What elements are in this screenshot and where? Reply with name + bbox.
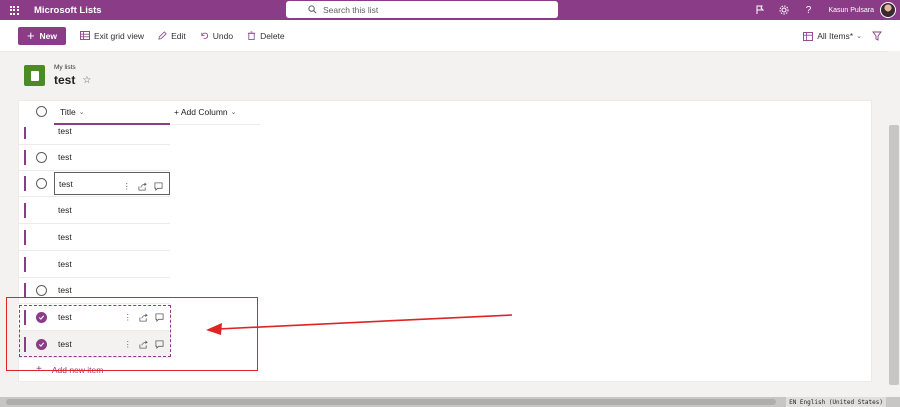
page-title: test ☆ xyxy=(54,73,91,87)
app-title[interactable]: Microsoft Lists xyxy=(34,5,102,16)
breadcrumb[interactable]: My lists xyxy=(54,64,91,71)
row-indicator xyxy=(24,283,26,298)
title-cell[interactable]: test xyxy=(54,251,170,277)
table-row[interactable]: test ⋮ xyxy=(18,170,170,197)
search-box[interactable] xyxy=(286,1,558,18)
chevron-down-icon: ⌄ xyxy=(856,33,862,40)
share-icon[interactable] xyxy=(138,182,147,191)
language-indicator[interactable]: EN English (United States) xyxy=(786,397,886,407)
row-checkbox[interactable] xyxy=(36,152,47,163)
title-cell[interactable]: test xyxy=(54,197,170,223)
search-input[interactable] xyxy=(323,4,523,15)
vertical-scrollbar-thumb[interactable] xyxy=(889,125,899,385)
title-text: test xyxy=(58,126,72,136)
trash-icon xyxy=(247,31,256,40)
add-column-button[interactable]: + Add Column ⌄ xyxy=(172,100,260,125)
row-indicator xyxy=(24,230,26,245)
pencil-icon xyxy=(158,31,167,40)
title-text: test xyxy=(58,259,72,269)
table-row[interactable]: test xyxy=(18,224,170,251)
title-text: test xyxy=(59,178,73,189)
annotation-arrow xyxy=(206,314,513,335)
app-launcher-button[interactable] xyxy=(0,0,28,20)
horizontal-scrollbar-thumb[interactable] xyxy=(6,399,776,405)
view-selector[interactable]: All Items* ⌄ xyxy=(803,31,862,41)
column-header-title-label: Title xyxy=(60,106,76,117)
edit-button[interactable]: Edit xyxy=(158,31,186,41)
search-icon xyxy=(308,5,317,14)
avatar[interactable] xyxy=(880,2,896,18)
row-checkbox[interactable] xyxy=(36,178,47,189)
flag-icon[interactable] xyxy=(748,0,772,20)
table-row[interactable]: test xyxy=(18,251,170,278)
title-text: test xyxy=(58,152,72,162)
title-cell[interactable]: test xyxy=(54,224,170,250)
comment-icon[interactable] xyxy=(154,181,163,191)
title-cell[interactable]: test xyxy=(54,144,170,170)
row-indicator xyxy=(24,127,26,139)
exit-grid-view-button[interactable]: Exit grid view xyxy=(80,31,144,41)
row-indicator xyxy=(24,203,26,218)
edit-label: Edit xyxy=(171,30,186,41)
list-logo xyxy=(24,65,45,86)
new-button-label: New xyxy=(39,30,58,41)
grid-icon xyxy=(803,31,814,41)
chevron-down-icon: ⌄ xyxy=(230,109,237,116)
help-icon[interactable]: ? xyxy=(796,0,820,20)
star-icon[interactable]: ☆ xyxy=(82,75,91,86)
table-row[interactable]: test xyxy=(18,144,170,171)
delete-label: Delete xyxy=(260,30,285,41)
row-checkbox[interactable] xyxy=(36,285,47,296)
filter-button[interactable] xyxy=(872,31,886,41)
plus-icon: + xyxy=(26,28,35,43)
view-label: All Items* xyxy=(817,31,854,41)
select-all-checkbox[interactable] xyxy=(36,106,47,117)
new-button[interactable]: + New xyxy=(18,26,66,45)
waffle-icon xyxy=(9,5,19,15)
clipboard-icon xyxy=(30,70,39,81)
undo-button[interactable]: Undo xyxy=(200,31,233,41)
filter-icon xyxy=(872,31,882,41)
delete-button[interactable]: Delete xyxy=(247,31,285,41)
exit-grid-view-label: Exit grid view xyxy=(94,30,145,41)
title-cell[interactable]: test xyxy=(54,118,170,144)
undo-icon xyxy=(201,32,208,40)
title-text: test xyxy=(58,232,72,242)
title-cell[interactable]: test ⋮ xyxy=(54,172,170,195)
undo-label: Undo xyxy=(212,30,234,41)
gear-icon[interactable] xyxy=(772,0,796,20)
command-bar: + New Exit grid view Edit Undo Delete Al… xyxy=(0,20,900,52)
table-row[interactable]: test xyxy=(18,197,170,224)
page-title-text: test xyxy=(54,73,76,87)
user-name[interactable]: Kasun Pulsara xyxy=(828,7,874,14)
row-indicator xyxy=(24,176,26,191)
title-text: test xyxy=(58,285,72,295)
add-column-label: + Add Column xyxy=(174,107,228,117)
suite-bar: Microsoft Lists ? Kasun Pulsara xyxy=(0,0,900,20)
table-row[interactable]: test xyxy=(18,118,170,145)
title-text: test xyxy=(58,205,72,215)
row-indicator xyxy=(24,150,26,165)
chevron-down-icon: ⌄ xyxy=(78,108,85,116)
grid-icon xyxy=(80,31,90,40)
page-header: My lists test ☆ xyxy=(24,64,91,87)
more-options-icon[interactable]: ⋮ xyxy=(123,181,132,192)
row-indicator xyxy=(24,257,26,272)
